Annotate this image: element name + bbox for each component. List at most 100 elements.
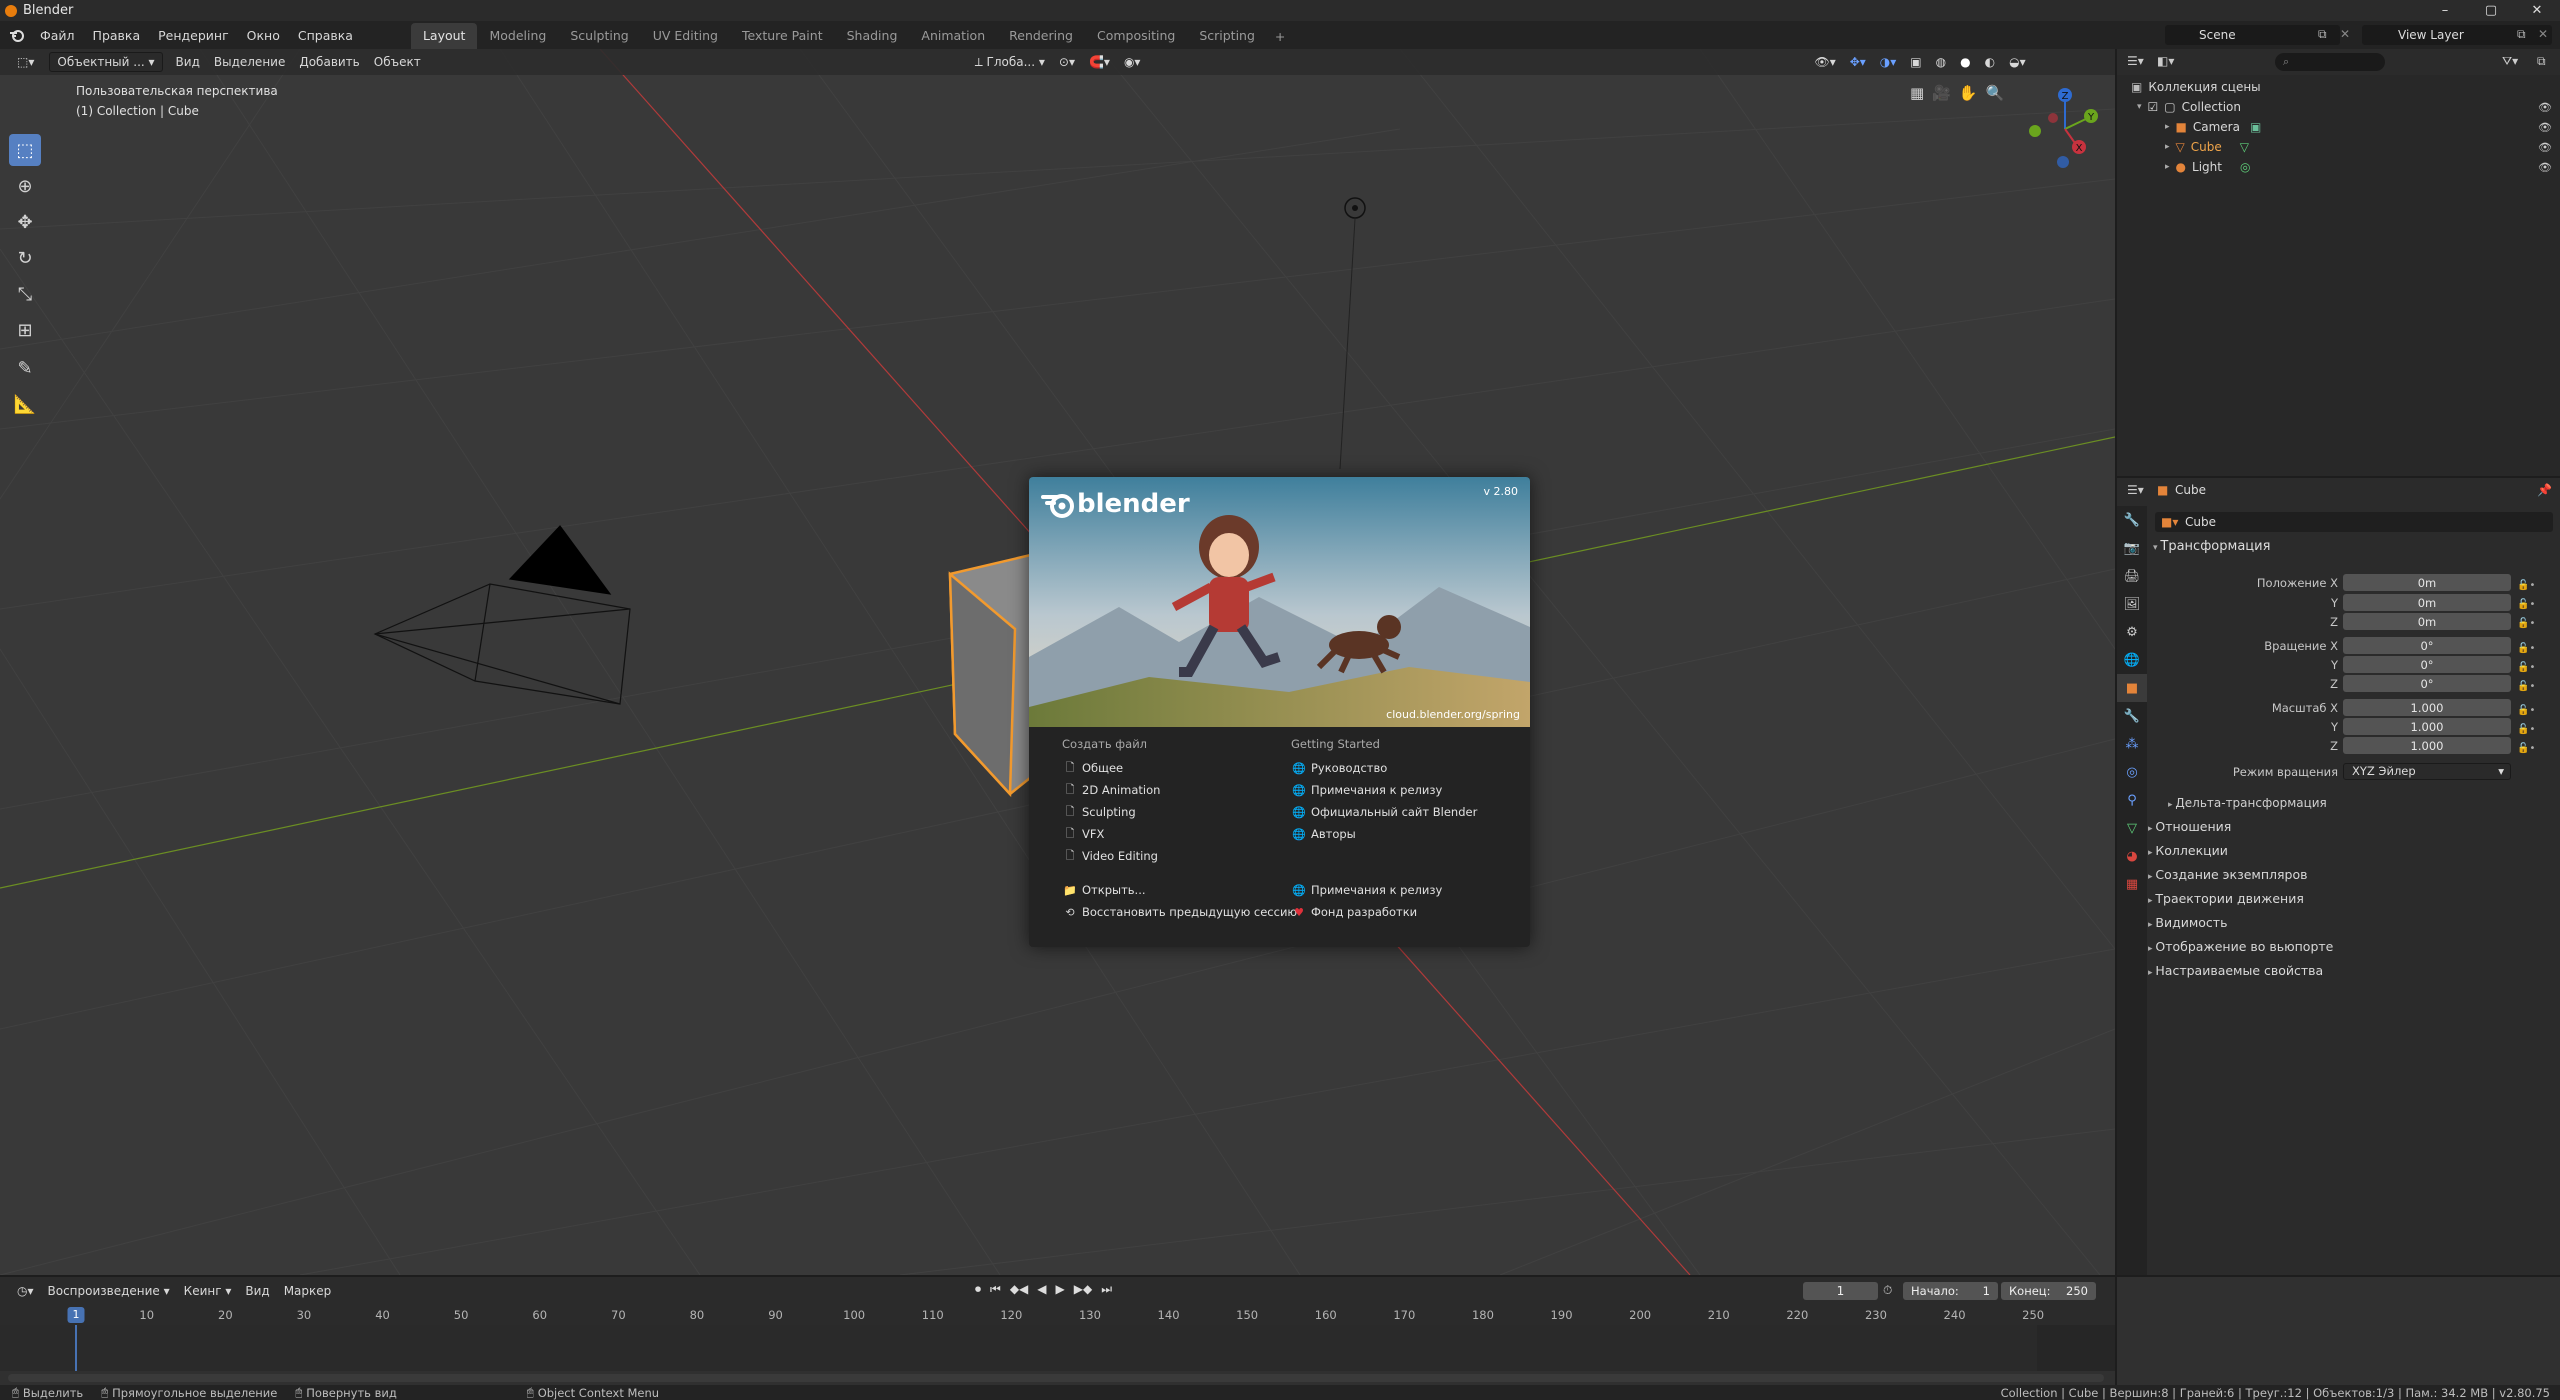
panel-visibility[interactable]: ▸ Видимость: [2148, 915, 2227, 930]
mesh-data-icon[interactable]: ▽: [2240, 140, 2249, 154]
tool-tab-icon[interactable]: 🔧: [2117, 506, 2147, 534]
view-layer-tab-icon[interactable]: 🖼: [2117, 590, 2147, 618]
delete-scene-icon[interactable]: ✕: [2340, 27, 2350, 41]
current-frame-field[interactable]: 1: [1803, 1282, 1878, 1300]
menu-keying[interactable]: Кеинг ▾: [177, 1281, 239, 1301]
new-video-editing-link[interactable]: 🗋 Video Editing: [1062, 845, 1297, 867]
light-data-icon[interactable]: ◎: [2240, 160, 2250, 174]
minimize-button[interactable]: –: [2422, 0, 2468, 21]
tab-compositing[interactable]: Compositing: [1085, 23, 1187, 49]
visibility-eye-icon[interactable]: 👁: [2538, 101, 2552, 114]
menu-edit[interactable]: Правка: [85, 25, 149, 46]
new-scene-icon[interactable]: ⧉: [2318, 27, 2327, 42]
proportional-edit-icon[interactable]: ◉▾: [1117, 52, 1148, 72]
jump-end-button[interactable]: ⏭: [1101, 1282, 1112, 1297]
tab-sculpting[interactable]: Sculpting: [558, 23, 640, 49]
modifier-tab-icon[interactable]: 🔧: [2117, 702, 2147, 730]
camera-data-icon[interactable]: ▣: [2250, 120, 2261, 134]
render-tab-icon[interactable]: 📷: [2117, 534, 2147, 562]
rotation-x-field[interactable]: 0°: [2343, 637, 2511, 654]
blender-website-link[interactable]: 🌐 Официальный сайт Blender: [1291, 801, 1477, 823]
filter-icon[interactable]: ⛛▾: [2502, 54, 2518, 69]
properties-editor-type-icon[interactable]: ☰▾: [2127, 483, 2144, 497]
manual-link[interactable]: 🌐 Руководство: [1291, 757, 1477, 779]
rotation-y-field[interactable]: 0°: [2343, 656, 2511, 673]
timeline-body[interactable]: [0, 1325, 2115, 1371]
visibility-eye-icon[interactable]: 👁: [2538, 121, 2552, 134]
editor-type-icon[interactable]: ⬚▾: [10, 52, 41, 72]
menu-playback[interactable]: Воспроизведение ▾: [41, 1281, 177, 1301]
gizmo-toggle-icon[interactable]: ✥▾: [1843, 52, 1873, 72]
delta-transform-panel[interactable]: ▸ Дельта-трансформация: [2168, 796, 2327, 810]
new-sculpting-link[interactable]: 🗋 Sculpting: [1062, 801, 1297, 823]
expand-arrow-icon[interactable]: ▸: [2165, 142, 2170, 152]
expand-arrow-icon[interactable]: ▸: [2165, 162, 2170, 172]
display-mode-icon[interactable]: ◧▾: [2157, 54, 2174, 68]
menu-select[interactable]: Выделение: [207, 52, 292, 72]
timeline-editor-type-icon[interactable]: ◷▾: [10, 1281, 41, 1301]
select-box-tool-icon[interactable]: ⬚: [9, 134, 41, 166]
jump-start-button[interactable]: ⏮: [990, 1282, 1001, 1297]
panel-custom-properties[interactable]: ▸ Настраиваемые свойства: [2148, 963, 2323, 978]
scale-tool-icon[interactable]: ⤡: [9, 278, 41, 310]
expand-arrow-icon[interactable]: ▾: [2137, 102, 2142, 112]
camera-toggle-icon[interactable]: 🎥: [1932, 84, 1951, 102]
outliner-item-cube[interactable]: ▸ ▽ Cube ▽ 👁: [2117, 137, 2560, 157]
annotate-tool-icon[interactable]: ✎: [9, 352, 41, 384]
end-frame-field[interactable]: Конец: 250: [2001, 1282, 2096, 1300]
location-x-field[interactable]: 0m: [2343, 574, 2511, 591]
new-2d-animation-link[interactable]: 🗋 2D Animation: [1062, 779, 1297, 801]
xray-icon[interactable]: ▣: [1903, 52, 1928, 72]
object-name-field[interactable]: ■▾ Cube: [2155, 512, 2553, 532]
outliner-editor-type-icon[interactable]: ☰▾: [2127, 54, 2144, 68]
snap-icon[interactable]: 🧲▾: [1082, 52, 1117, 72]
outliner-item-camera[interactable]: ▸ ■ Camera ▣ 👁: [2117, 117, 2560, 137]
development-fund-link[interactable]: ♥ Фонд разработки: [1291, 901, 1477, 923]
texture-tab-icon[interactable]: ▦: [2117, 870, 2147, 898]
rendered-shading-icon[interactable]: ◒▾: [2002, 52, 2033, 72]
tab-animation[interactable]: Animation: [909, 23, 997, 49]
tab-rendering[interactable]: Rendering: [997, 23, 1085, 49]
scene-tab-icon[interactable]: ⚙: [2117, 618, 2147, 646]
scale-x-field[interactable]: 1.000: [2343, 699, 2511, 716]
pan-view-icon[interactable]: ✋: [1959, 84, 1978, 102]
wireframe-shading-icon[interactable]: ◍: [1929, 52, 1953, 72]
rotate-tool-icon[interactable]: ↻: [9, 242, 41, 274]
world-tab-icon[interactable]: 🌐: [2117, 646, 2147, 674]
menu-render[interactable]: Рендеринг: [150, 25, 237, 46]
prev-keyframe-button[interactable]: ◆◀: [1010, 1282, 1028, 1297]
menu-timeline-view[interactable]: Вид: [238, 1281, 276, 1301]
particles-tab-icon[interactable]: ⁂: [2117, 730, 2147, 758]
panel-viewport-display[interactable]: ▸ Отображение во вьюпорте: [2148, 939, 2333, 954]
menu-file[interactable]: Файл: [32, 25, 83, 46]
new-collection-icon[interactable]: ⧉: [2537, 54, 2546, 69]
rotation-z-field[interactable]: 0°: [2343, 675, 2511, 692]
delete-view-layer-icon[interactable]: ✕: [2538, 27, 2548, 41]
object-mode-dropdown[interactable]: Объектный ... ▾: [49, 52, 163, 72]
scale-z-field[interactable]: 1.000: [2343, 737, 2511, 754]
panel-motion-paths[interactable]: ▸ Траектории движения: [2148, 891, 2304, 906]
maximize-button[interactable]: ▢: [2468, 0, 2514, 21]
new-vfx-link[interactable]: 🗋 VFX: [1062, 823, 1297, 845]
visibility-eye-icon[interactable]: 👁: [2538, 161, 2552, 174]
overlay-toggle-icon[interactable]: ◑▾: [1873, 52, 1904, 72]
visibility-icon[interactable]: 👁▾: [1807, 52, 1842, 72]
credits-link[interactable]: 🌐 Авторы: [1291, 823, 1477, 845]
open-file-link[interactable]: 📁 Открыть...: [1062, 879, 1297, 901]
tab-uv-editing[interactable]: UV Editing: [641, 23, 730, 49]
panel-collections[interactable]: ▸ Коллекции: [2148, 843, 2228, 858]
close-button[interactable]: ✕: [2514, 0, 2560, 21]
play-reverse-button[interactable]: ◀: [1037, 1282, 1046, 1297]
orientation-dropdown[interactable]: ⟂ Глоба... ▾: [968, 52, 1052, 72]
tab-shading[interactable]: Shading: [835, 23, 910, 49]
playhead-frame-indicator[interactable]: 1: [67, 1307, 85, 1323]
blender-menu-icon[interactable]: [6, 24, 28, 46]
recover-session-link[interactable]: ⟲ Восстановить предыдущую сессию: [1062, 901, 1297, 923]
new-general-link[interactable]: 🗋 Общее: [1062, 757, 1297, 779]
scene-selector[interactable]: Scene: [2165, 25, 2340, 45]
timeline-scrollbar[interactable]: [8, 1374, 2104, 1382]
location-z-field[interactable]: 0m: [2343, 613, 2511, 630]
frame-ruler[interactable]: 10 20 30 40 50 60 70 80 90 100 110 120 130 140 150 160 1…: [0, 1305, 2115, 1325]
menu-marker[interactable]: Маркер: [277, 1281, 339, 1301]
move-tool-icon[interactable]: ✥: [9, 206, 41, 238]
